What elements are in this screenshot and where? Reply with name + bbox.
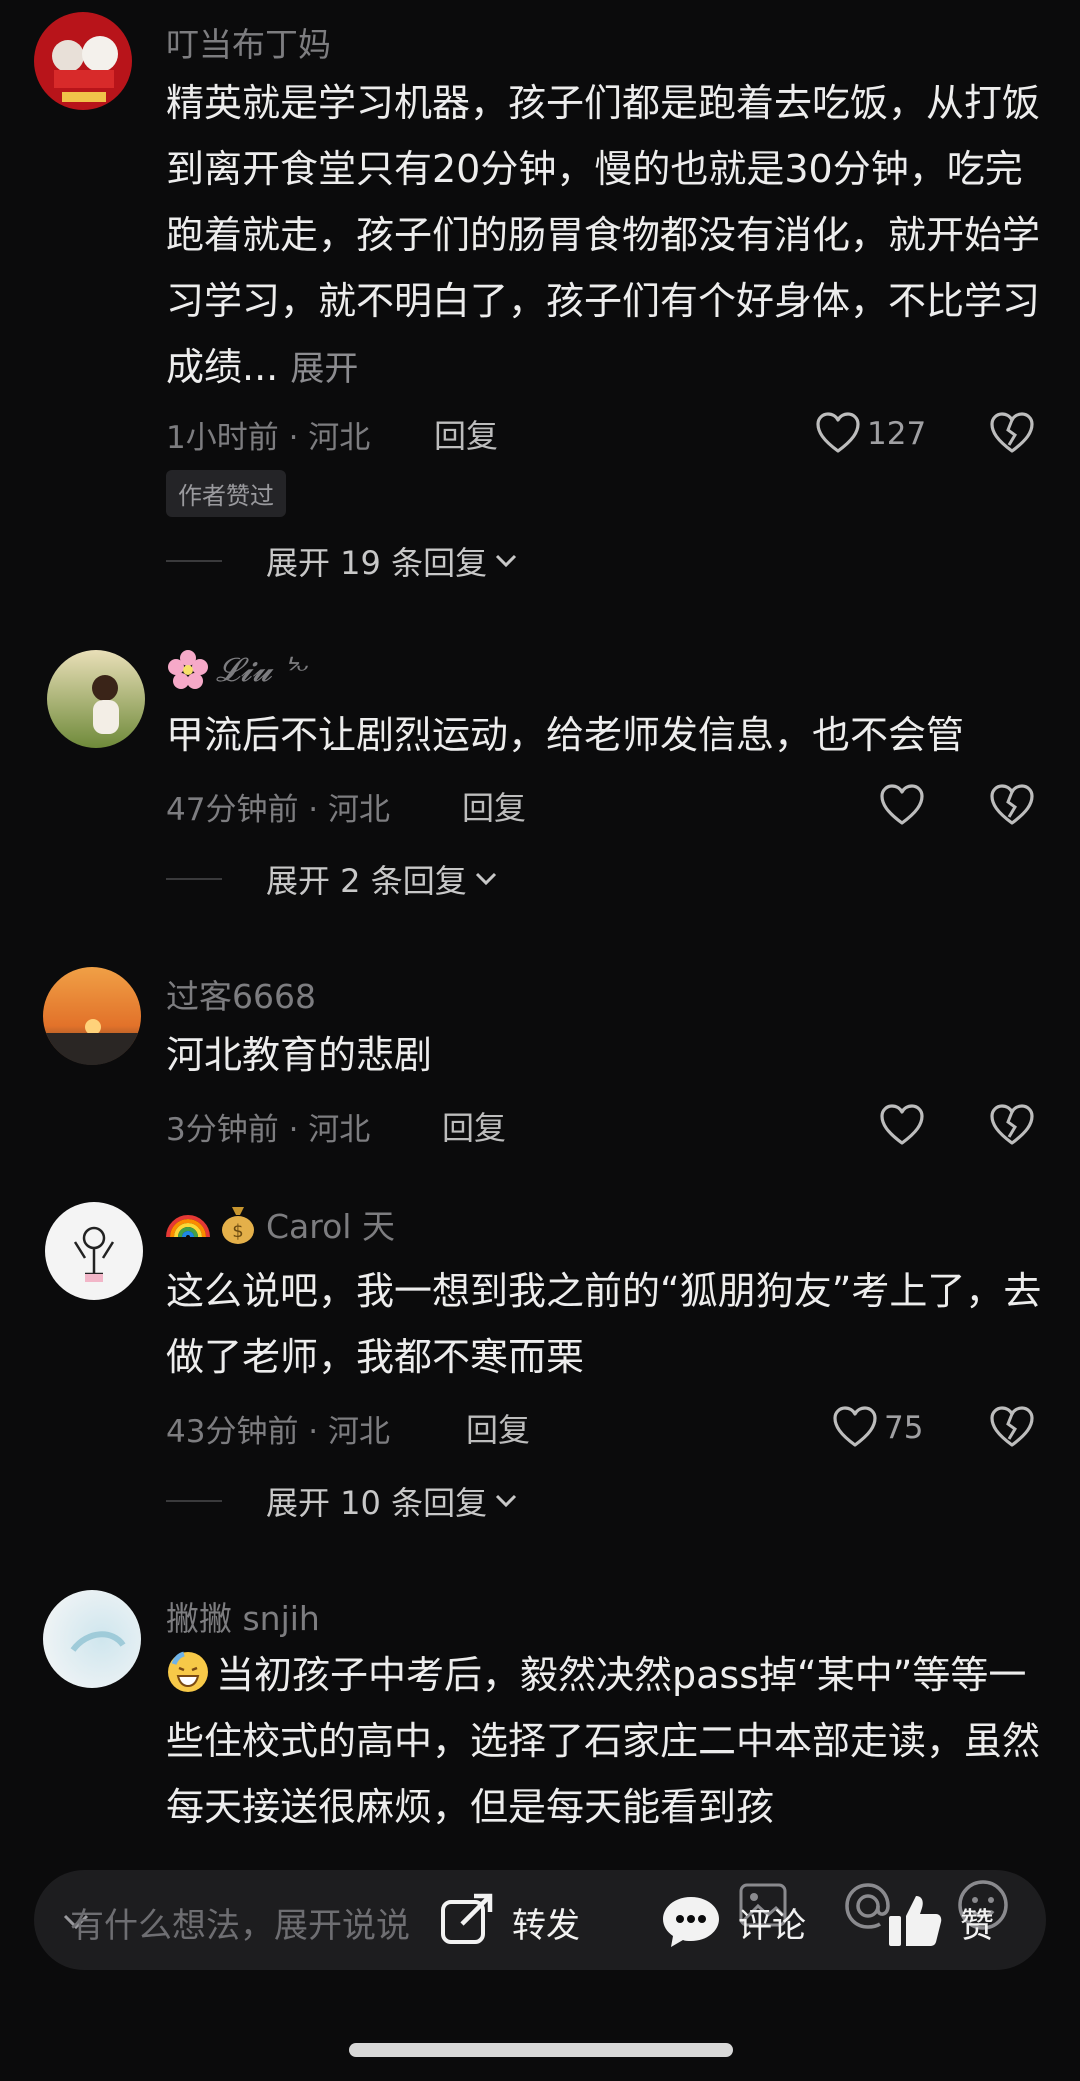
expand-replies-button[interactable]: 展开 19 条回复 [166,538,517,584]
home-indicator[interactable] [349,2043,733,2057]
svg-text:$: $ [232,1221,243,1242]
avatar[interactable] [43,1590,141,1688]
like-button[interactable] [877,780,927,830]
comment-body: 当初孩子中考后，毅然决然pass掉“某中”等等一些住校式的高中，选择了石家庄二中… [166,1653,1041,1829]
like-count: 75 [884,1410,924,1446]
chevron-down-icon [496,1494,517,1508]
grinning-sweat-icon [166,1650,210,1694]
comment-label[interactable]: 评论 [738,1898,806,1947]
thumbs-up-icon [889,1896,942,1946]
broken-heart-icon [990,412,1034,453]
reply-button[interactable]: 回复 [466,1405,530,1451]
dislike-button[interactable] [987,780,1037,830]
avatar[interactable] [43,967,141,1065]
money-bag-icon: $ [216,1202,260,1246]
like-label[interactable]: 赞 [960,1898,994,1947]
rainbow-icon [166,1202,210,1246]
avatar[interactable] [47,650,145,748]
comment-text[interactable]: 甲流后不让剧烈运动，给老师发信息，也不会管 [166,702,1046,768]
share-label[interactable]: 转发 [512,1898,580,1947]
like-button[interactable] [830,1402,880,1452]
like-count: 127 [867,416,927,452]
dislike-button[interactable] [987,408,1037,458]
chevron-down-icon [475,872,496,886]
username[interactable]: 𝓛𝓲𝓾 ᔾᵕ [166,648,309,692]
heart-outline-icon [880,784,924,825]
expand-replies-label: 展开 19 条回复 [266,544,488,582]
comment-meta: 43分钟前 · 河北 [166,1414,391,1450]
comment-input-placeholder[interactable]: 有什么想法，展开说说 [70,1898,410,1947]
expand-replies-label: 展开 10 条回复 [266,1484,488,1522]
expand-replies-label: 展开 2 条回复 [266,862,467,900]
comment-meta: 1小时前 · 河北 [166,420,371,456]
divider [166,1500,222,1502]
username[interactable]: 叮当布丁妈 [166,18,331,66]
heart-outline-icon [816,412,860,453]
username-text: Carol 天 [266,1207,395,1246]
comment-text[interactable]: 这么说吧，我一想到我之前的“狐朋狗友”考上了，去做了老师，我都不寒而栗 [166,1258,1046,1390]
username-text: 𝓛𝓲𝓾 ᔾᵕ [216,650,310,689]
chevron-down-icon [496,554,517,568]
share-icon [441,1893,493,1944]
comment-meta: 3分钟前 · 河北 [166,1112,371,1148]
broken-heart-icon [990,1104,1034,1145]
author-liked-badge: 作者赞过 [166,470,286,517]
comment-button[interactable] [660,1894,722,1954]
divider [166,878,222,880]
comment-text[interactable]: 河北教育的悲剧 [166,1022,1046,1088]
cherry-blossom-icon [166,648,210,692]
reply-button[interactable]: 回复 [462,783,526,829]
expand-replies-button[interactable]: 展开 2 条回复 [166,856,497,902]
broken-heart-icon [990,784,1034,825]
like-button[interactable] [813,408,863,458]
username[interactable]: 撇撇 snjih [166,1592,320,1640]
comment-body: 精英就是学习机器，孩子们都是跑着去吃饭，从打饭到离开食堂只有20分钟，慢的也就是… [166,81,1041,389]
dislike-button[interactable] [987,1100,1037,1150]
comment-text[interactable]: 精英就是学习机器，孩子们都是跑着去吃饭，从打饭到离开食堂只有20分钟，慢的也就是… [166,70,1046,402]
like-button[interactable] [877,1100,927,1150]
heart-outline-icon [880,1104,924,1145]
broken-heart-icon [990,1406,1034,1447]
comment-meta: 47分钟前 · 河北 [166,792,391,828]
username[interactable]: 过客6668 [166,970,316,1018]
username[interactable]: $ Carol 天 [166,1200,395,1248]
avatar[interactable] [34,12,132,110]
expand-replies-button[interactable]: 展开 10 条回复 [166,1478,517,1524]
like-post-button[interactable] [886,1892,944,1954]
dislike-button[interactable] [987,1402,1037,1452]
comment-bubble-icon [663,1897,719,1947]
expand-text-link[interactable]: 展开 [290,349,358,389]
heart-outline-icon [833,1406,877,1447]
reply-button[interactable]: 回复 [442,1103,506,1149]
share-button[interactable] [440,1890,496,1950]
comment-text[interactable]: 当初孩子中考后，毅然决然pass掉“某中”等等一些住校式的高中，选择了石家庄二中… [166,1642,1046,1840]
reply-button[interactable]: 回复 [434,411,498,457]
avatar[interactable] [45,1202,143,1300]
divider [166,560,222,562]
